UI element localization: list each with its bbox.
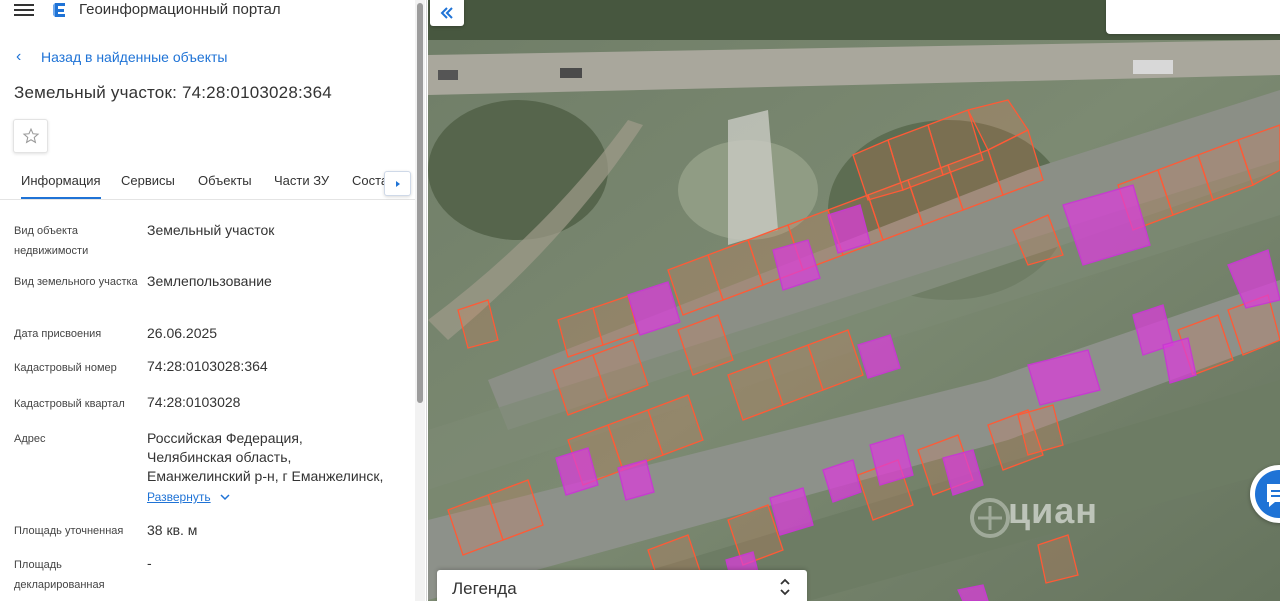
panel-scrollbar-thumb[interactable]	[417, 3, 423, 403]
chat-button[interactable]	[1250, 465, 1280, 523]
address-line: Российская Федерация,	[147, 430, 303, 446]
menu-icon[interactable]	[14, 2, 34, 18]
tab-services[interactable]: Сервисы	[121, 173, 175, 188]
triangle-right-icon	[395, 180, 400, 187]
collapse-panel-button[interactable]	[430, 0, 464, 26]
chat-button-inner	[1255, 470, 1280, 518]
address-line: Челябинская область,	[147, 449, 292, 465]
declared-area-label: Площадь декларированная	[14, 559, 105, 591]
portal-logo-icon	[53, 3, 65, 17]
cad-quarter-label: Кадастровый квартал	[14, 398, 125, 410]
chevron-down-icon	[220, 493, 230, 500]
tabs-scroll-right-button[interactable]	[384, 171, 411, 196]
vehicle	[560, 68, 582, 78]
vehicle	[438, 70, 458, 80]
map-search-box[interactable]	[1106, 0, 1280, 34]
star-icon	[22, 127, 39, 144]
object-type-label: Вид объекта недвижимости	[14, 225, 89, 257]
address-value: Российская Федерация, Челябинская област…	[147, 429, 407, 486]
address-line: Еманжелинский р-н, г Еманжелинск,	[147, 468, 384, 484]
tab-composition[interactable]: Соста	[352, 173, 388, 188]
object-type-value: Земельный участок	[147, 222, 275, 238]
legend-label: Легенда	[452, 579, 517, 598]
cad-quarter-value: 74:28:0103028	[147, 394, 241, 410]
expand-label: Развернуть	[147, 490, 211, 504]
cad-number-value: 74:28:0103028:364	[147, 358, 268, 374]
land-type-label: Вид земельного участка	[14, 276, 138, 288]
expand-address-link[interactable]: Развернуть	[147, 490, 230, 504]
vegetation	[428, 100, 608, 240]
date-value: 26.06.2025	[147, 325, 218, 341]
chevron-left-icon: ‹	[16, 48, 22, 65]
legend-panel[interactable]: Легенда	[437, 570, 807, 601]
tab-objects[interactable]: Объекты	[198, 173, 252, 188]
area-label: Площадь уточненная	[14, 525, 124, 537]
expand-collapse-icon[interactable]	[779, 578, 791, 596]
land-type-value: Землепользование	[147, 273, 272, 289]
chat-icon	[1267, 484, 1280, 507]
tab-bar: Информация Сервисы Объекты Части ЗУ Сост…	[0, 165, 415, 200]
address-label: Адрес	[14, 433, 46, 445]
double-chevron-left-icon	[440, 7, 453, 19]
app-header: Геоинформационный портал	[0, 0, 415, 22]
declared-area-value: -	[147, 555, 152, 571]
area-value: 38 кв. м	[147, 522, 198, 538]
app-title: Геоинформационный портал	[79, 1, 281, 18]
back-link-label: Назад в найденные объекты	[41, 49, 228, 65]
watermark-text: циан	[1008, 490, 1099, 531]
date-label: Дата присвоения	[14, 328, 102, 340]
cad-number-label: Кадастровый номер	[14, 362, 117, 374]
tab-parts[interactable]: Части ЗУ	[274, 173, 329, 188]
back-to-results-link[interactable]: ‹ Назад в найденные объекты	[16, 48, 227, 66]
vehicle	[1133, 60, 1173, 74]
page-title: Земельный участок: 74:28:0103028:364	[14, 83, 332, 102]
tab-information[interactable]: Информация	[21, 173, 101, 199]
info-panel: Геоинформационный портал ‹ Назад в найде…	[0, 0, 427, 601]
favorite-button[interactable]	[13, 119, 48, 153]
